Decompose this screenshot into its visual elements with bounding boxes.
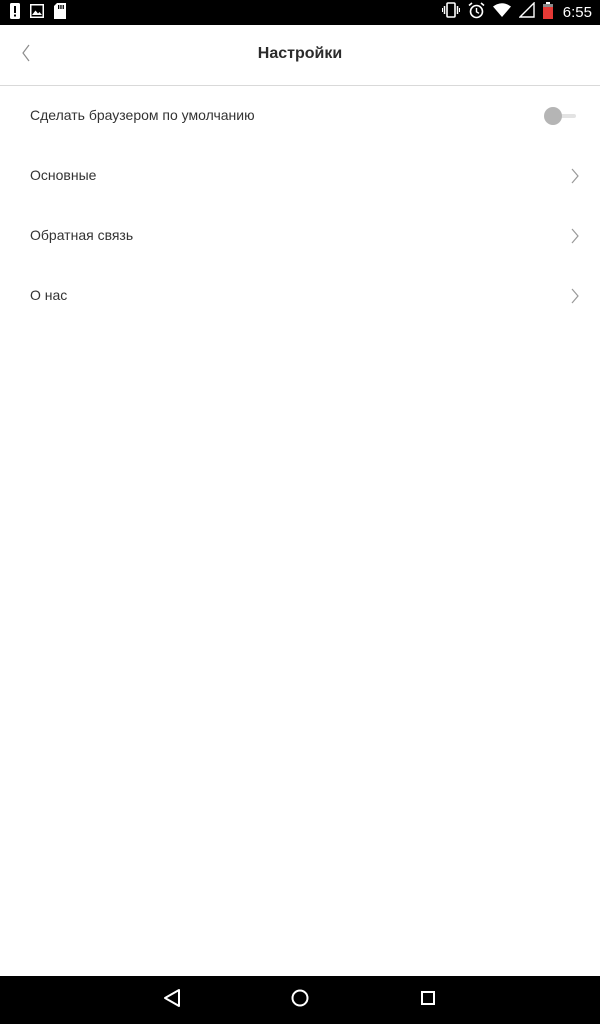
chevron-right-icon (570, 228, 580, 244)
settings-item-general[interactable]: Основные (0, 146, 600, 206)
settings-item-label: Обратная связь (30, 227, 134, 243)
status-time: 6:55 (562, 4, 592, 21)
default-browser-toggle[interactable] (544, 107, 578, 125)
image-icon (30, 3, 44, 23)
system-nav-bar (0, 976, 600, 1024)
back-triangle-icon (163, 988, 181, 1013)
toggle-knob (544, 107, 562, 125)
status-left-icons (10, 2, 66, 24)
settings-item-about[interactable]: О нас (0, 266, 600, 326)
wifi-icon (492, 3, 511, 22)
status-right-icons: 6:55 (441, 0, 592, 25)
settings-item-label: Основные (30, 167, 97, 183)
home-circle-icon (290, 988, 310, 1013)
battery-icon (542, 1, 553, 24)
settings-screen: 6:55 Настройки Сделать браузером по умол… (0, 0, 600, 1024)
settings-item-default-browser[interactable]: Сделать браузером по умолчанию (0, 86, 600, 146)
alarm-icon (468, 1, 485, 24)
settings-item-feedback[interactable]: Обратная связь (0, 206, 600, 266)
recents-square-icon (419, 989, 437, 1012)
nav-recents-button[interactable] (416, 988, 440, 1012)
nav-back-button[interactable] (160, 988, 184, 1012)
page-title: Настройки (257, 45, 343, 62)
settings-item-label: О нас (30, 287, 68, 303)
signal-icon (518, 1, 535, 23)
header-bar: Настройки (0, 25, 600, 86)
chevron-right-icon (570, 168, 580, 184)
sd-card-icon (54, 2, 66, 24)
nav-home-button[interactable] (288, 988, 312, 1012)
alert-icon (10, 2, 20, 24)
chevron-right-icon (570, 288, 580, 304)
settings-item-label: Сделать браузером по умолчанию (30, 107, 255, 123)
settings-list: Сделать браузером по умолчанию Основные … (0, 86, 600, 326)
status-bar: 6:55 (0, 0, 600, 25)
vibrate-icon (441, 2, 460, 23)
